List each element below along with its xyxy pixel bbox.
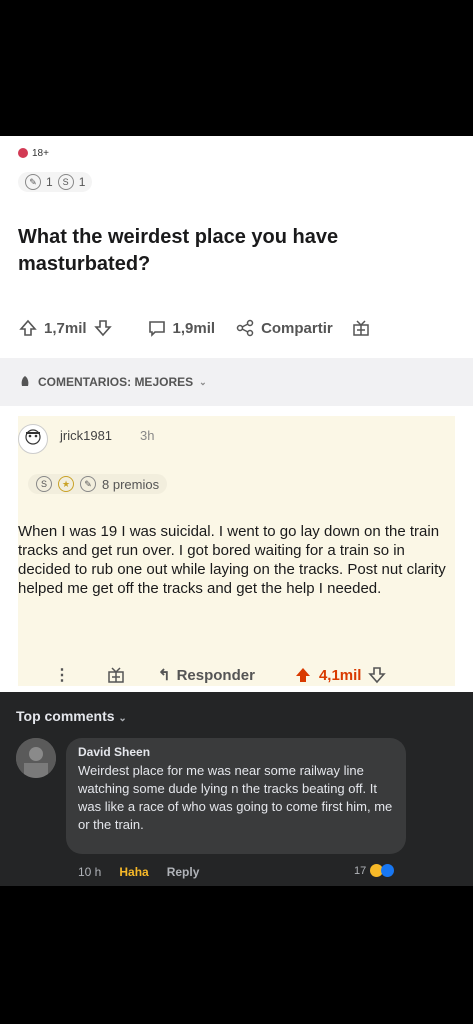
upvote-icon[interactable] [18,318,38,338]
post-awards[interactable]: ✎ 1 S 1 [18,172,93,192]
reply-button[interactable]: Reply [167,865,200,879]
vote-group: 1,7mil [18,318,113,338]
comment-author[interactable]: David Sheen [78,745,150,759]
comment-bubble-icon [148,321,165,337]
comment-count: 1,9mil [172,319,216,337]
haha-button[interactable]: Haha [119,865,148,879]
sort-label: COMENTARIOS: MEJORES [38,375,194,389]
comment-time: 3h [140,428,155,443]
chevron-down-icon: ⌄ [199,376,207,387]
awards-label: 8 premios [102,476,160,492]
give-award-icon[interactable] [351,318,371,338]
comment-time: 10 h [78,865,102,879]
avatar[interactable] [16,738,56,778]
comment-bubble: David Sheen Weirdest place for me was ne… [66,738,406,854]
silver-award-icon: S [57,174,74,190]
upvote-count: 1,7mil [44,319,87,337]
reply-arrow-icon: ↰ [158,667,171,684]
share-icon [236,319,254,337]
comment-sort-bar[interactable]: COMENTARIOS: MEJORES ⌄ [0,358,473,406]
share-label: Compartir [261,319,333,337]
comment-username[interactable]: jrick1981 [60,428,112,443]
top-comment: jrick1981 3h S ★ ✎ 8 premios When I was … [18,416,455,686]
downvote-icon[interactable] [93,318,113,338]
upvote-active-icon[interactable] [293,665,313,685]
share-button[interactable]: Compartir [235,318,333,338]
sort-control[interactable]: COMENTARIOS: MEJORES ⌄ [18,375,207,389]
nsfw-dot-icon [18,148,28,158]
profile-photo-icon [16,738,56,778]
more-options-icon[interactable]: ⋮ [54,665,70,685]
comment-meta: 10 h Haha Reply [78,865,199,879]
reply-label: Responder [176,666,255,684]
chevron-down-icon: ⌄ [118,713,127,724]
chat-award-icon: ✎ [80,476,96,492]
post-title: What the weirdest place you have masturb… [18,226,339,275]
award-count-2: 1 [78,175,86,189]
top-comments-filter[interactable]: Top comments ⌄ [16,708,127,724]
rocket-icon [21,376,29,386]
comment-action-bar: ⋮ ↰ Responder 4,1mil [18,660,458,690]
give-award-icon[interactable] [106,665,126,685]
reaction-summary[interactable]: 17 [354,864,395,877]
chat-award-icon: ✎ [25,174,41,190]
comment-awards[interactable]: S ★ ✎ 8 premios [28,474,168,494]
comment-body: When I was 19 I was suicidal. I went to … [18,523,446,597]
comments-button[interactable]: 1,9mil [147,318,216,338]
reddit-post-panel: 18+ ✎ 1 S 1 What the weirdest place you … [0,136,473,692]
comment-text: Weirdest place for me was near some rail… [78,763,393,832]
reaction-count: 17 [354,864,367,877]
comment-vote-group: 4,1mil [293,665,388,685]
nsfw-label: 18+ [32,147,49,159]
avatar[interactable] [18,424,48,454]
facebook-comments-panel: Top comments ⌄ David Sheen Weirdest plac… [0,692,473,886]
post-action-bar: 1,7mil 1,9mil Compartir [18,314,458,342]
reply-button[interactable]: ↰ Responder [158,666,255,685]
snoo-avatar-icon [25,429,41,445]
like-reaction-icon [381,864,395,877]
downvote-icon[interactable] [367,665,387,685]
silver-award-icon: S [36,476,52,492]
top-comments-label: Top comments [16,708,115,724]
nsfw-tag: 18+ [18,146,49,160]
award-count-1: 1 [46,175,53,189]
gold-award-icon: ★ [58,476,74,492]
comment-score: 4,1mil [318,666,362,684]
